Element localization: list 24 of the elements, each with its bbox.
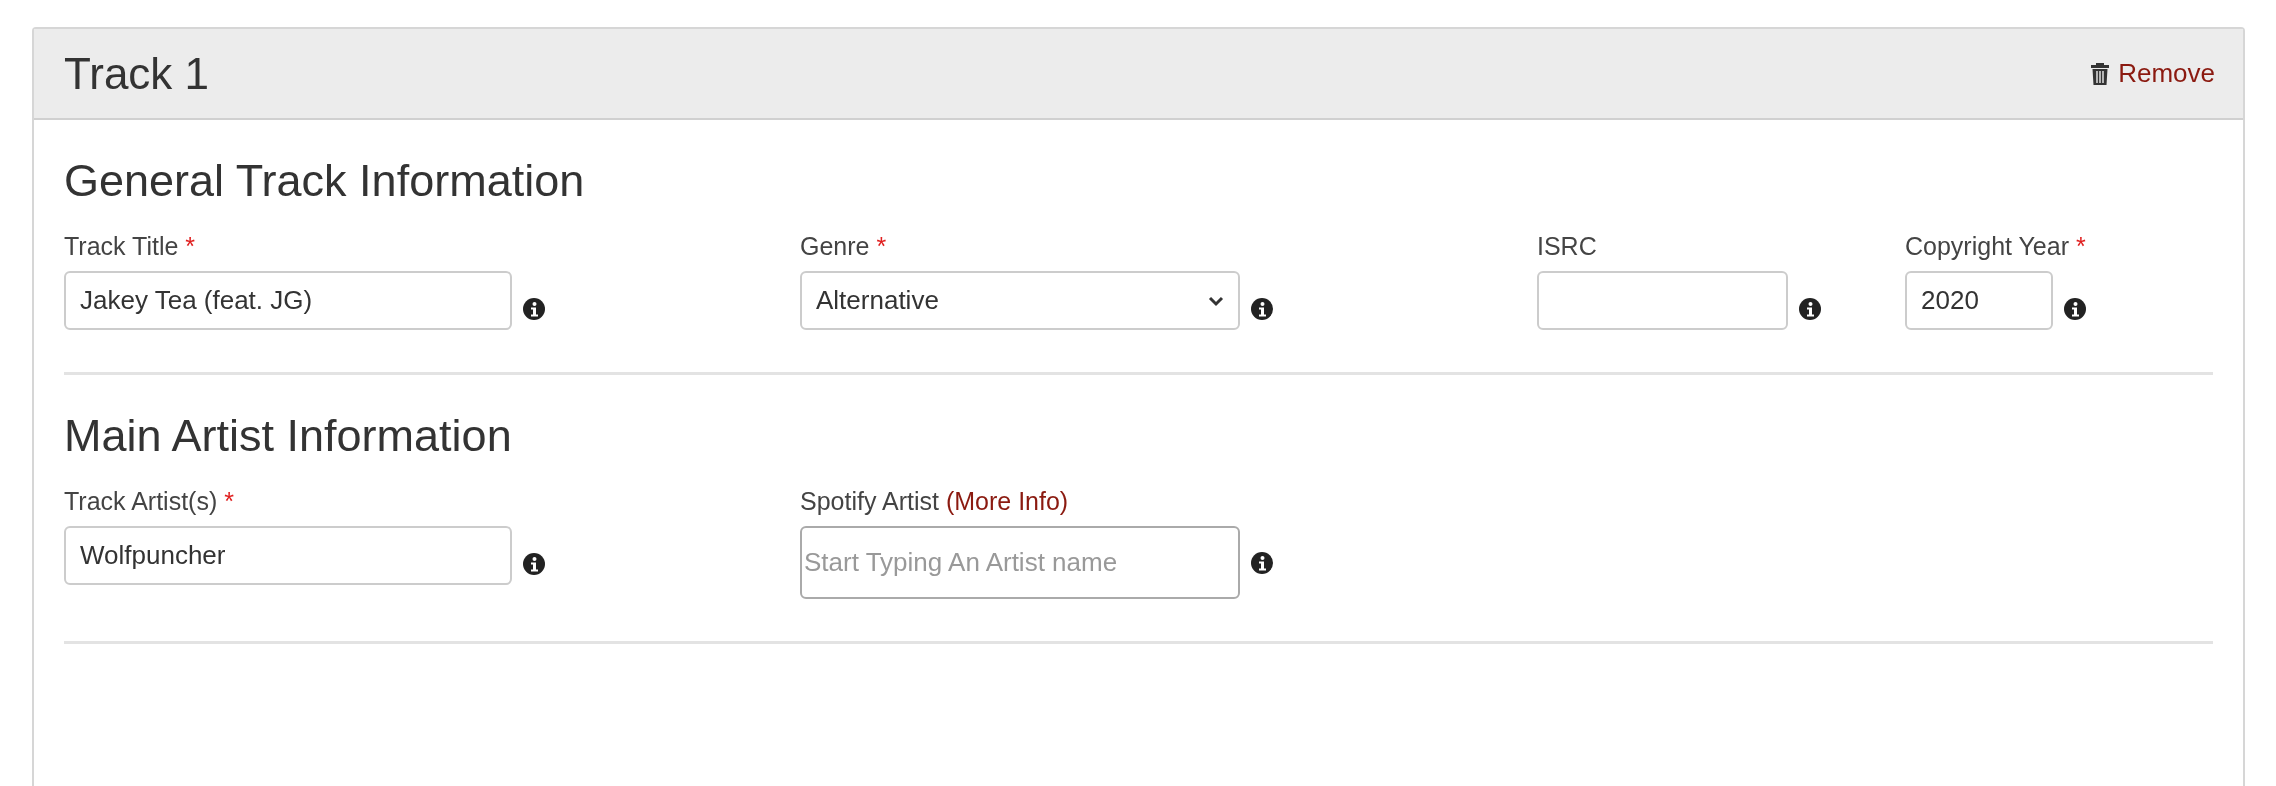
info-icon[interactable] — [522, 296, 546, 321]
text-field[interactable]: 2020 — [1905, 271, 2053, 330]
field-label: Copyright Year * — [1905, 232, 2087, 261]
info-icon[interactable] — [1250, 296, 1274, 321]
field-label: Genre * — [800, 232, 888, 261]
genre-select[interactable]: Alternative — [800, 271, 1240, 330]
info-icon[interactable] — [522, 551, 546, 576]
remove-link[interactable]: Remove — [2090, 58, 2215, 89]
card-title: Track 1 — [64, 48, 210, 99]
text-field[interactable]: Jakey Tea (feat. JG) — [64, 271, 512, 330]
chevron-icon — [1208, 294, 1224, 307]
info-icon[interactable] — [2063, 296, 2087, 321]
info-icon[interactable] — [1798, 296, 1822, 321]
field-label: Track Title * — [64, 232, 197, 261]
info-icon[interactable] — [1250, 550, 1274, 575]
section-title: Main Artist Information — [64, 409, 513, 463]
field-label: Spotify Artist (More Info) — [800, 487, 1070, 516]
text-field[interactable]: Wolfpuncher — [64, 526, 512, 585]
field-label: Track Artist(s) * — [64, 487, 235, 516]
more-info-link[interactable]: (More Info) — [945, 487, 1069, 515]
trash-icon — [2090, 61, 2111, 86]
section-title: General Track Information — [64, 154, 586, 208]
field-label: ISRC — [1537, 232, 1598, 261]
text-field[interactable] — [1537, 271, 1788, 330]
